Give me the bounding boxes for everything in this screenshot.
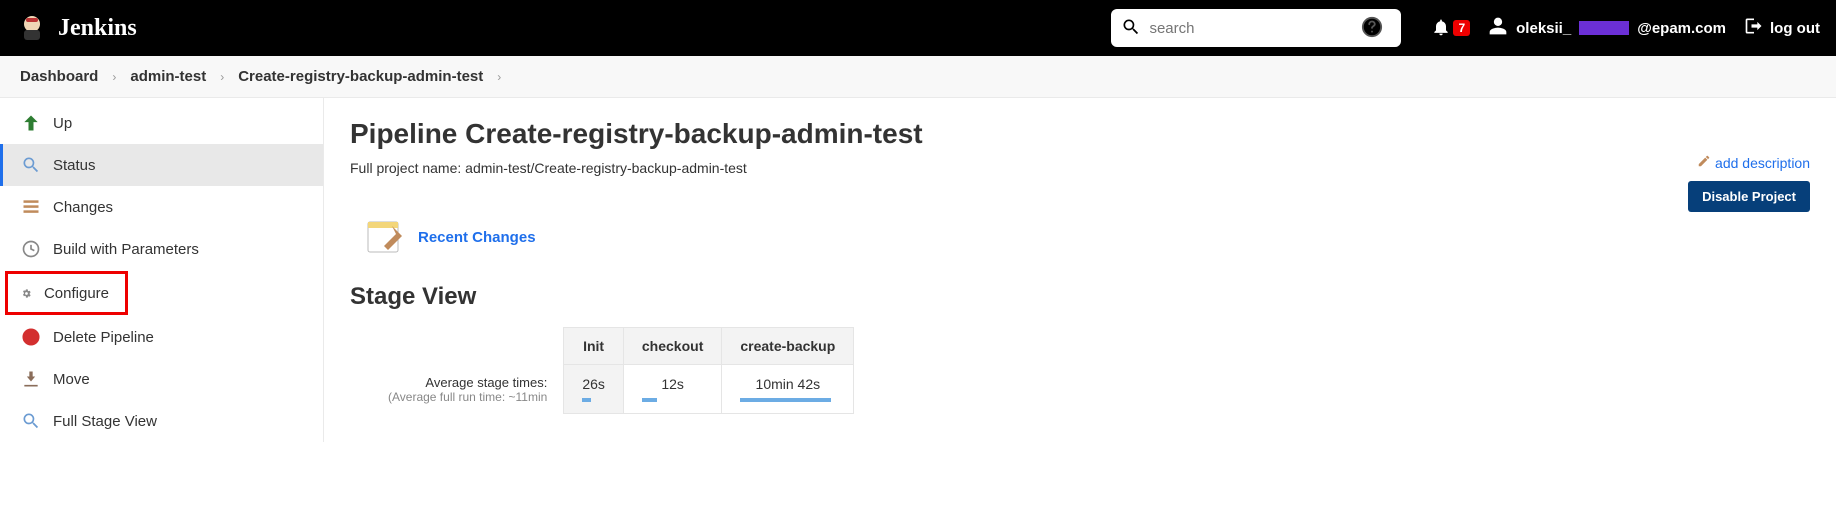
sidebar-item-configure[interactable]: Configure: [6, 272, 127, 314]
sidebar-item-up[interactable]: Up: [0, 102, 323, 144]
main-panel: Pipeline Create-registry-backup-admin-te…: [324, 98, 1836, 442]
notif-count-badge: 7: [1453, 20, 1470, 36]
sidebar-item-label: Delete Pipeline: [53, 329, 154, 346]
recent-changes-link[interactable]: Recent Changes: [418, 229, 536, 246]
bell-icon: [1431, 17, 1451, 40]
help-icon[interactable]: [1361, 16, 1391, 41]
sidebar-item-label: Move: [53, 371, 90, 388]
sidebar: Up Status Changes Build with Parameters …: [0, 98, 324, 442]
add-description-link[interactable]: add description: [1697, 154, 1810, 171]
chevron-right-icon: ›: [112, 70, 116, 84]
logout-label: log out: [1770, 20, 1820, 37]
top-header: Jenkins 7 oleksii_@epam.com log ou: [0, 0, 1836, 56]
stage-col-checkout: checkout: [623, 328, 721, 365]
sidebar-item-label: Full Stage View: [53, 413, 157, 430]
recent-changes: Recent Changes: [364, 216, 1810, 259]
brand-name: Jenkins: [58, 15, 137, 42]
logout-link[interactable]: log out: [1744, 16, 1820, 40]
breadcrumb: Dashboard › admin-test › Create-registry…: [0, 56, 1836, 98]
move-icon: [21, 369, 41, 389]
crumb-dashboard[interactable]: Dashboard: [20, 68, 98, 85]
disable-project-button[interactable]: Disable Project: [1688, 181, 1810, 212]
notifications[interactable]: 7: [1431, 17, 1470, 40]
sidebar-item-label: Configure: [44, 285, 109, 302]
stage-view-section: Stage View Init checkout create-backup A…: [350, 283, 1810, 414]
sidebar-item-changes[interactable]: Changes: [0, 186, 323, 228]
username-prefix: oleksii_: [1516, 20, 1571, 37]
crumb-job[interactable]: Create-registry-backup-admin-test: [238, 68, 483, 85]
sidebar-item-label: Changes: [53, 199, 113, 216]
search-icon: [1121, 17, 1149, 40]
sidebar-item-full-stage[interactable]: Full Stage View: [0, 400, 323, 442]
list-icon: [21, 197, 41, 217]
crumb-admin-test[interactable]: admin-test: [130, 68, 206, 85]
clock-icon: [21, 239, 41, 259]
gear-icon: [21, 283, 32, 303]
stage-table: Init checkout create-backup Average stag…: [370, 327, 854, 414]
username-suffix: @epam.com: [1637, 20, 1726, 37]
sidebar-item-label: Build with Parameters: [53, 241, 199, 258]
edit-icon: [1697, 154, 1711, 171]
stage-view-title: Stage View: [350, 283, 1810, 311]
avg-init: 26s: [564, 365, 624, 414]
redacted-area: [1579, 21, 1629, 35]
chevron-right-icon: ›: [220, 70, 224, 84]
page-title: Pipeline Create-registry-backup-admin-te…: [350, 118, 1810, 150]
arrow-up-icon: [21, 113, 41, 133]
sidebar-item-status[interactable]: Status: [0, 144, 323, 186]
user-menu[interactable]: oleksii_ @epam.com: [1488, 16, 1726, 40]
search-input[interactable]: [1149, 20, 1361, 37]
sidebar-item-move[interactable]: Move: [0, 358, 323, 400]
stage-col-create-backup: create-backup: [722, 328, 854, 365]
magnify-icon: [21, 155, 41, 175]
sidebar-item-label: Status: [53, 157, 96, 174]
add-description-label: add description: [1715, 155, 1810, 171]
avg-checkout: 12s: [623, 365, 721, 414]
user-icon: [1488, 16, 1508, 40]
chevron-right-icon: ›: [497, 70, 501, 84]
magnify-icon: [21, 411, 41, 431]
stage-col-init: Init: [564, 328, 624, 365]
avg-create-backup: 10min 42s: [722, 365, 854, 414]
sidebar-item-delete[interactable]: Delete Pipeline: [0, 316, 323, 358]
sidebar-item-label: Up: [53, 115, 72, 132]
ban-icon: [21, 327, 41, 347]
jenkins-logo-icon: [16, 12, 48, 44]
logout-icon: [1744, 16, 1764, 40]
search-box[interactable]: [1111, 9, 1401, 47]
project-full-name: Full project name: admin-test/Create-reg…: [350, 160, 1810, 176]
avg-stage-label: Average stage times: (Average full run t…: [370, 365, 564, 414]
sidebar-item-build-params[interactable]: Build with Parameters: [0, 228, 323, 270]
notepad-icon: [364, 216, 408, 259]
brand-logo[interactable]: Jenkins: [16, 12, 137, 44]
